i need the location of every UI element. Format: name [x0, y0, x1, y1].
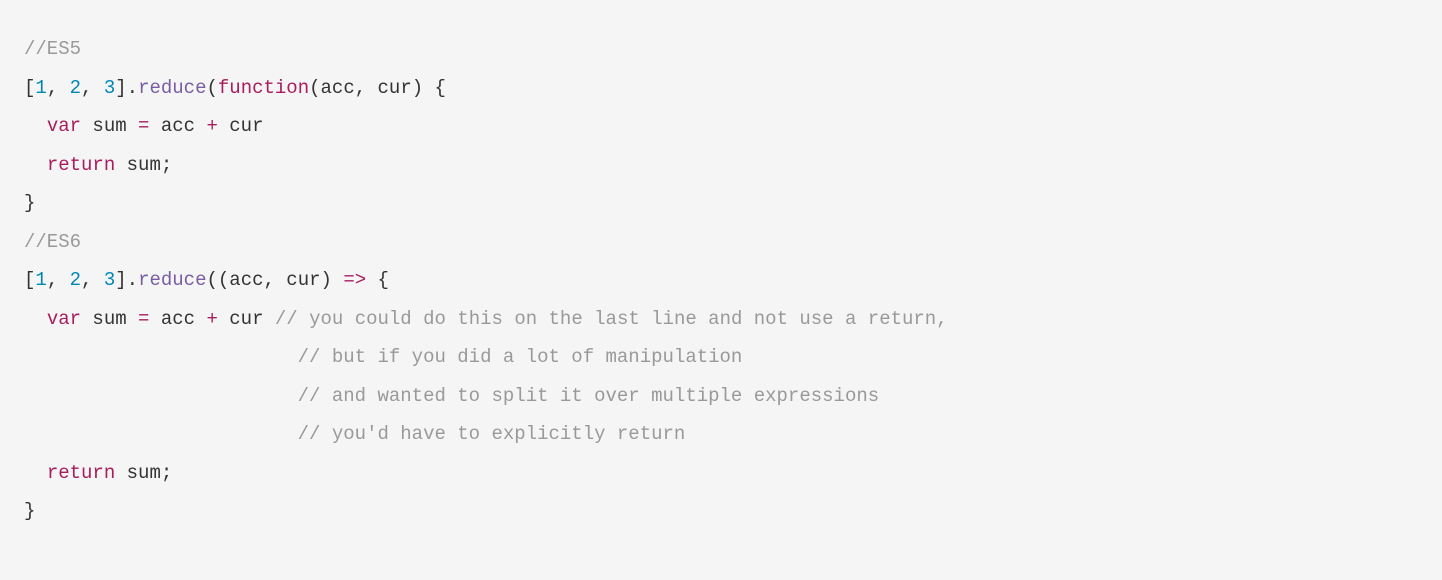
code-token: sum; — [115, 462, 172, 484]
code-token: //ES5 — [24, 38, 81, 60]
code-token: ( — [206, 77, 217, 99]
code-token: = — [138, 115, 149, 137]
code-token — [24, 308, 47, 330]
code-token: ]. — [115, 77, 138, 99]
code-token: sum; — [115, 154, 172, 176]
code-token: reduce — [138, 77, 206, 99]
code-token: } — [24, 500, 35, 522]
code-token: { — [366, 269, 389, 291]
code-token: 2 — [70, 77, 81, 99]
code-token: 3 — [104, 77, 115, 99]
code-token: + — [206, 115, 217, 137]
code-token: [ — [24, 77, 35, 99]
code-token: 1 — [35, 269, 46, 291]
code-token: function — [218, 77, 309, 99]
code-token: cur — [218, 115, 264, 137]
code-token: ]. — [115, 269, 138, 291]
code-block: //ES5 [1, 2, 3].reduce(function(acc, cur… — [0, 0, 1442, 555]
code-token: = — [138, 308, 149, 330]
code-token: sum — [81, 308, 138, 330]
code-token: , — [47, 77, 70, 99]
code-token: sum — [81, 115, 138, 137]
code-token: return — [47, 154, 115, 176]
code-token: , — [47, 269, 70, 291]
code-token — [24, 462, 47, 484]
code-token: , — [81, 269, 104, 291]
code-token: acc — [149, 308, 206, 330]
code-token — [24, 115, 47, 137]
code-token: } — [24, 192, 35, 214]
code-token: // you could do this on the last line an… — [275, 308, 948, 330]
code-token: 2 — [70, 269, 81, 291]
code-token: var — [47, 115, 81, 137]
code-token: => — [343, 269, 366, 291]
code-token: // but if you did a lot of manipulation — [298, 346, 743, 368]
code-token: , — [81, 77, 104, 99]
code-token: ((acc, cur) — [206, 269, 343, 291]
code-token: return — [47, 462, 115, 484]
code-token: (acc, cur) { — [309, 77, 446, 99]
code-token: 3 — [104, 269, 115, 291]
code-token: 1 — [35, 77, 46, 99]
code-token: cur — [218, 308, 275, 330]
code-token: reduce — [138, 269, 206, 291]
code-token — [24, 423, 298, 445]
code-token: [ — [24, 269, 35, 291]
code-token: acc — [149, 115, 206, 137]
code-token — [24, 385, 298, 407]
code-token: // you'd have to explicitly return — [298, 423, 686, 445]
code-token — [24, 346, 298, 368]
code-token: //ES6 — [24, 231, 81, 253]
code-token: var — [47, 308, 81, 330]
code-token: // and wanted to split it over multiple … — [298, 385, 880, 407]
code-token — [24, 154, 47, 176]
code-token: + — [206, 308, 217, 330]
